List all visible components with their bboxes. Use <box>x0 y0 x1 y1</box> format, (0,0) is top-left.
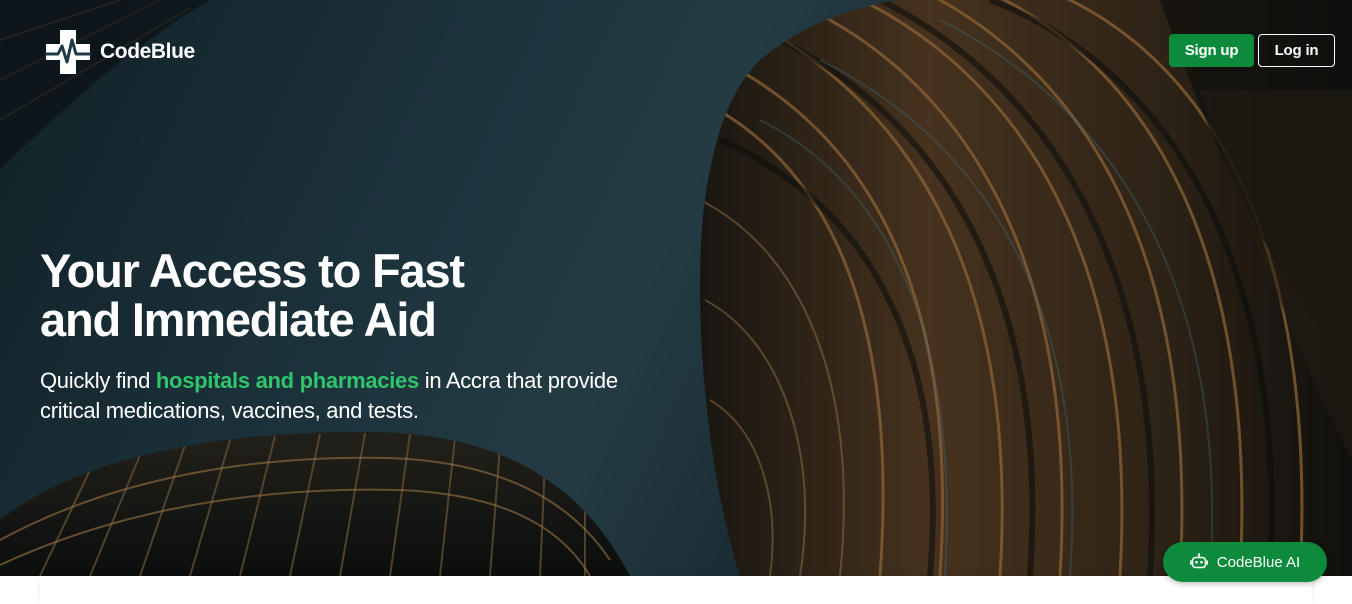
robot-icon <box>1189 553 1208 569</box>
codeblue-ai-label: CodeBlue AI <box>1216 553 1301 571</box>
medical-cross-heartbeat-icon <box>44 30 92 74</box>
subtext-intro: Quickly find <box>40 368 156 393</box>
codeblue-ai-button[interactable]: CodeBlue AI <box>1163 542 1327 582</box>
headline-line-1: Your Access to Fast <box>40 244 465 297</box>
subtext-highlight: hospitals and pharmacies <box>155 368 419 393</box>
content-card <box>40 576 1312 604</box>
signup-button[interactable]: Sign up <box>1169 34 1254 67</box>
headline-line-2: and Immediate Aid <box>40 293 437 346</box>
brand-logo[interactable]: CodeBlue <box>44 28 195 76</box>
subtext-line-2: critical medications, vaccines, and test… <box>40 398 419 423</box>
hero-section: CodeBlue Sign up Log in Your Access to F… <box>0 0 1352 576</box>
hero-subtext: Quickly find hospitals and pharmacies in… <box>40 366 740 426</box>
subtext-continued: in Accra that provide <box>418 368 618 393</box>
login-button[interactable]: Log in <box>1258 34 1335 67</box>
brand-name: CodeBlue <box>100 40 195 63</box>
hero-headline: Your Access to Fast and Immediate Aid <box>40 246 660 344</box>
